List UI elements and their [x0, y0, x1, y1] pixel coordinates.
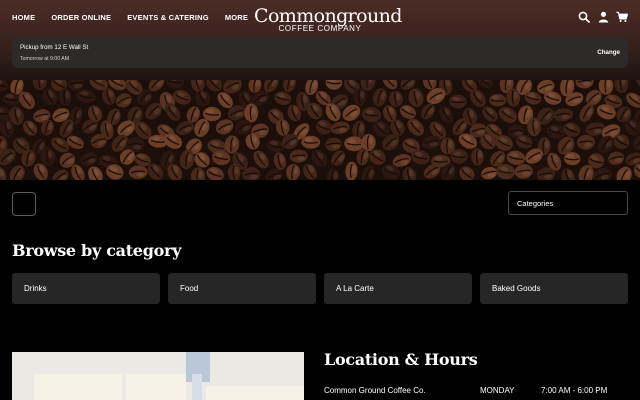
browse-heading: Browse by category [12, 241, 182, 260]
pickup-time: Tomorrow at 9:00 AM [20, 56, 70, 62]
location-hours-heading: Location & Hours [324, 350, 478, 369]
search-icon[interactable] [578, 10, 590, 24]
categories-dropdown[interactable]: Categories [508, 191, 628, 215]
main-nav: HOME ORDER ONLINE EVENTS & CATERING MORE [12, 13, 264, 22]
nav-order-online[interactable]: ORDER ONLINE [51, 13, 111, 22]
user-icon[interactable] [597, 10, 609, 24]
category-baked-goods[interactable]: Baked Goods [480, 273, 628, 304]
header-actions [578, 10, 628, 24]
hero-banner-image [0, 80, 640, 180]
filter-toggle-button[interactable] [12, 192, 36, 216]
category-drinks[interactable]: Drinks [12, 273, 160, 304]
location-name: Common Ground Coffee Co. [324, 386, 426, 395]
logo-wordmark: Commonground [254, 5, 402, 27]
nav-home[interactable]: HOME [12, 13, 35, 22]
location-map[interactable] [12, 352, 304, 400]
brand-logo[interactable]: Commonground COFFEE COMPANY [254, 5, 402, 33]
nav-more[interactable]: MORE [225, 13, 248, 22]
site-header: HOME ORDER ONLINE EVENTS & CATERING MORE… [0, 0, 640, 80]
hours-day: MONDAY [480, 386, 515, 395]
category-food[interactable]: Food [168, 273, 316, 304]
cart-icon[interactable] [616, 10, 628, 24]
category-list: Drinks Food A La Carte Baked Goods [12, 273, 628, 304]
category-a-la-carte[interactable]: A La Carte [324, 273, 472, 304]
pickup-banner: Pickup from 12 E Wall St Tomorrow at 9:0… [12, 37, 628, 68]
hours-time: 7:00 AM - 6:00 PM [541, 386, 608, 395]
nav-events-catering[interactable]: EVENTS & CATERING [127, 13, 209, 22]
change-pickup-button[interactable]: Change [597, 49, 620, 56]
pickup-location: Pickup from 12 E Wall St [20, 44, 89, 51]
